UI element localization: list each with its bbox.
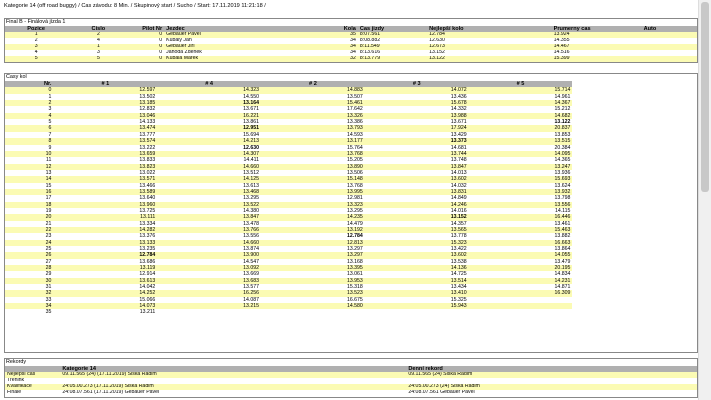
table-cell: Kubala Marek	[164, 56, 338, 62]
table-cell: 5	[67, 56, 130, 62]
table-cell: 13.211	[53, 309, 158, 316]
table-cell	[350, 390, 407, 397]
final-title: Final B - Finálová jízda 1	[6, 19, 66, 25]
table-row: Finále 24:08.07.561 (17.11.2019) Gebauer …	[5, 390, 697, 397]
table-cell: Finále	[5, 390, 61, 397]
table-row: 35 13.211	[5, 309, 697, 316]
laps-title: Casy kol	[6, 74, 27, 80]
vertical-scrollbar[interactable]	[698, 0, 711, 400]
table-cell: 8:13.779	[357, 56, 428, 62]
table-cell	[641, 56, 697, 62]
table-cell	[641, 390, 697, 397]
table-cell	[261, 309, 365, 316]
records-title: Rekordy	[6, 359, 27, 365]
lap-times-section: Casy kol Nr. # 1 # 4 # 2 # 3 # 5 0 12.597 14.32…	[4, 73, 698, 353]
table-cell: 32	[337, 56, 358, 62]
table-row: 5 5 0 Kubala Marek 32 8:13.779 13.122 15.399	[5, 56, 697, 62]
scrollbar-thumb[interactable]	[701, 2, 709, 192]
table-cell: 24:08.07.561 Gebauer Pavel	[406, 390, 642, 397]
table-cell: 0	[129, 56, 165, 62]
table-cell: 13.122	[427, 56, 552, 62]
final-results-section: Final B - Finálová jízda 1 Pozice Cislo Pi…	[4, 18, 698, 63]
records-table: Kategorie 14 Denní rekord Nejlepší cas 09.…	[5, 366, 697, 397]
race-header: Kategorie 14 (off road buggy) / Cas závo…	[4, 3, 266, 9]
table-cell	[468, 309, 573, 316]
table-cell	[157, 309, 262, 316]
table-cell: 5	[5, 56, 68, 62]
table-cell: 24:08.07.561 (17.11.2019) Gebauer Pavel	[60, 390, 351, 397]
records-section: Rekordy Kategorie 14 Denní rekord Nejlepš…	[4, 358, 698, 398]
lap-times-table: Nr. # 1 # 4 # 2 # 3 # 5 0 12.597 14.323 14.883 14…	[5, 81, 697, 316]
table-cell	[364, 309, 469, 316]
table-cell: 35	[5, 309, 54, 316]
final-results-table: Pozice Cislo Pilot Nr Jezdec Kola Cas jizdy Ne…	[5, 26, 697, 62]
table-cell: 15.399	[551, 56, 642, 62]
